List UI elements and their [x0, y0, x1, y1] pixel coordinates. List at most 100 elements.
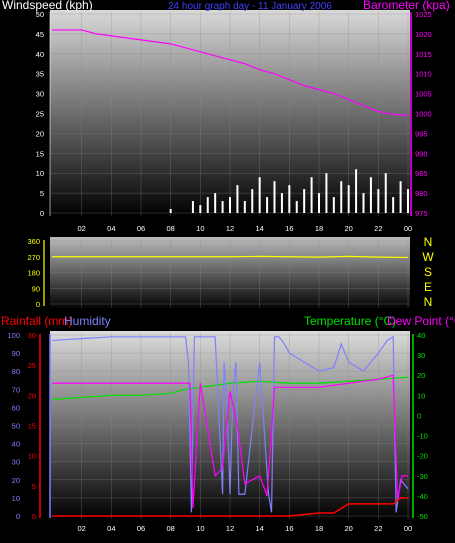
temperature-tick-label: 30 [417, 351, 425, 360]
barometer-axis: 975 980 985 990 995 1000 1005 1010 1015 1020 1025 [415, 10, 432, 218]
humidity-tick-label: 30 [12, 458, 20, 467]
bottom-x-axis: 02 04 06 08 10 12 14 16 18 20 22 00 [77, 524, 412, 533]
humidity-axis: 0 10 20 30 40 50 60 70 80 90 100 [7, 331, 20, 521]
windspeed-tick-label: 45 [36, 30, 44, 39]
windspeed-axis: 0 5 10 15 20 25 30 35 40 45 50 [36, 10, 44, 218]
humidity-tick-label: 90 [12, 349, 20, 358]
humidity-tick-label: 60 [12, 403, 20, 412]
windspeed-tick-label: 20 [36, 129, 44, 138]
x-tick-label: 06 [137, 524, 145, 533]
windspeed-tick-label: 25 [36, 110, 44, 119]
x-tick-label: 08 [166, 524, 174, 533]
x-tick-label: 18 [315, 224, 323, 233]
x-tick-label: 10 [196, 524, 204, 533]
x-tick-label: 16 [285, 224, 293, 233]
temperature-tick-label: -10 [417, 432, 428, 441]
windspeed-tick-label: 50 [36, 10, 44, 19]
barometer-tick-label: 1025 [415, 10, 432, 19]
barometer-tick-label: 995 [415, 129, 428, 138]
temperature-axis: -50 -40 -30 -20 -10 0 10 20 30 40 [417, 331, 428, 521]
barometer-tick-label: 985 [415, 169, 428, 178]
temperature-tick-label: -50 [417, 512, 428, 521]
temperature-tick-label: 10 [417, 391, 425, 400]
rainfall-tick-label: 20 [28, 391, 36, 400]
direction-tick-label: 360 [27, 237, 40, 246]
x-tick-label: 22 [374, 224, 382, 233]
direction-tick-label: 90 [32, 284, 40, 293]
x-tick-label: 04 [107, 224, 115, 233]
x-tick-label: 02 [77, 224, 85, 233]
temperature-label: Temperature (°C) [304, 314, 396, 328]
rainfall-tick-label: 0 [32, 512, 36, 521]
compass-label: S [424, 265, 432, 279]
x-tick-label: 06 [137, 224, 145, 233]
windspeed-label: Windspeed (kph) [2, 0, 93, 12]
temperature-tick-label: -20 [417, 452, 428, 461]
windspeed-tick-label: 40 [36, 50, 44, 59]
x-tick-label: 00 [404, 224, 412, 233]
rainfall-tick-label: 5 [32, 482, 36, 491]
direction-axis: 0 90 180 270 360 [27, 237, 45, 309]
top-x-axis: 02 04 06 08 10 12 14 16 18 20 22 00 [77, 224, 412, 233]
humidity-tick-label: 40 [12, 440, 20, 449]
windspeed-tick-label: 0 [40, 209, 44, 218]
temperature-tick-label: 0 [417, 411, 421, 420]
humidity-tick-label: 50 [12, 422, 20, 431]
direction-tick-label: 0 [36, 300, 40, 309]
windspeed-tick-label: 15 [36, 149, 44, 158]
barometer-tick-label: 1015 [415, 50, 432, 59]
barometer-tick-label: 975 [415, 209, 428, 218]
windspeed-tick-label: 10 [36, 169, 44, 178]
x-tick-label: 02 [77, 524, 85, 533]
barometer-tick-label: 980 [415, 189, 428, 198]
windspeed-tick-label: 5 [40, 189, 44, 198]
windspeed-tick-label: 30 [36, 90, 44, 99]
x-tick-label: 04 [107, 524, 115, 533]
temperature-tick-label: -40 [417, 492, 428, 501]
temperature-tick-label: -30 [417, 472, 428, 481]
windspeed-tick-label: 35 [36, 70, 44, 79]
temperature-tick-label: 40 [417, 331, 425, 340]
barometer-tick-label: 990 [415, 149, 428, 158]
x-tick-label: 08 [166, 224, 174, 233]
x-tick-label: 14 [255, 524, 263, 533]
dewpoint-label: Dew Point (°C) [387, 314, 455, 328]
x-tick-label: 16 [285, 524, 293, 533]
x-tick-label: 10 [196, 224, 204, 233]
rainfall-axis: 0 5 10 15 20 25 30 [28, 331, 36, 521]
compass-label: N [424, 235, 433, 249]
humidity-tick-label: 100 [7, 331, 20, 340]
temperature-tick-label: 20 [417, 371, 425, 380]
x-tick-label: 22 [374, 524, 382, 533]
humidity-tick-label: 10 [12, 494, 20, 503]
compass-label: W [422, 250, 434, 264]
rainfall-tick-label: 30 [28, 331, 36, 340]
rainfall-label: Rainfall (mm) [1, 314, 72, 328]
humidity-tick-label: 20 [12, 476, 20, 485]
weather-chart: Windspeed (kph) 24 hour graph day - 11 J… [1, 0, 455, 533]
compass-label: E [424, 280, 432, 294]
x-tick-label: 14 [255, 224, 263, 233]
direction-tick-label: 270 [27, 253, 40, 262]
compass-label: N [424, 295, 433, 309]
x-tick-label: 12 [226, 524, 234, 533]
period-label: 24 hour graph day - 11 January 2006 [168, 1, 332, 12]
x-tick-label: 18 [315, 524, 323, 533]
barometer-tick-label: 1010 [415, 70, 432, 79]
compass-labels: NWSEN [422, 235, 434, 309]
barometer-label: Barometer (kpa) [363, 0, 450, 12]
x-tick-label: 12 [226, 224, 234, 233]
barometer-tick-label: 1020 [415, 30, 432, 39]
humidity-tick-label: 80 [12, 367, 20, 376]
barometer-tick-label: 1005 [415, 90, 432, 99]
barometer-tick-label: 1000 [415, 110, 432, 119]
humidity-tick-label: 0 [16, 512, 20, 521]
x-tick-label: 20 [344, 524, 352, 533]
humidity-tick-label: 70 [12, 385, 20, 394]
x-tick-label: 20 [344, 224, 352, 233]
rainfall-tick-label: 25 [28, 361, 36, 370]
humidity-label: Humidity [64, 314, 111, 328]
rainfall-tick-label: 10 [28, 452, 36, 461]
rainfall-tick-label: 15 [28, 422, 36, 431]
direction-tick-label: 180 [27, 269, 40, 278]
